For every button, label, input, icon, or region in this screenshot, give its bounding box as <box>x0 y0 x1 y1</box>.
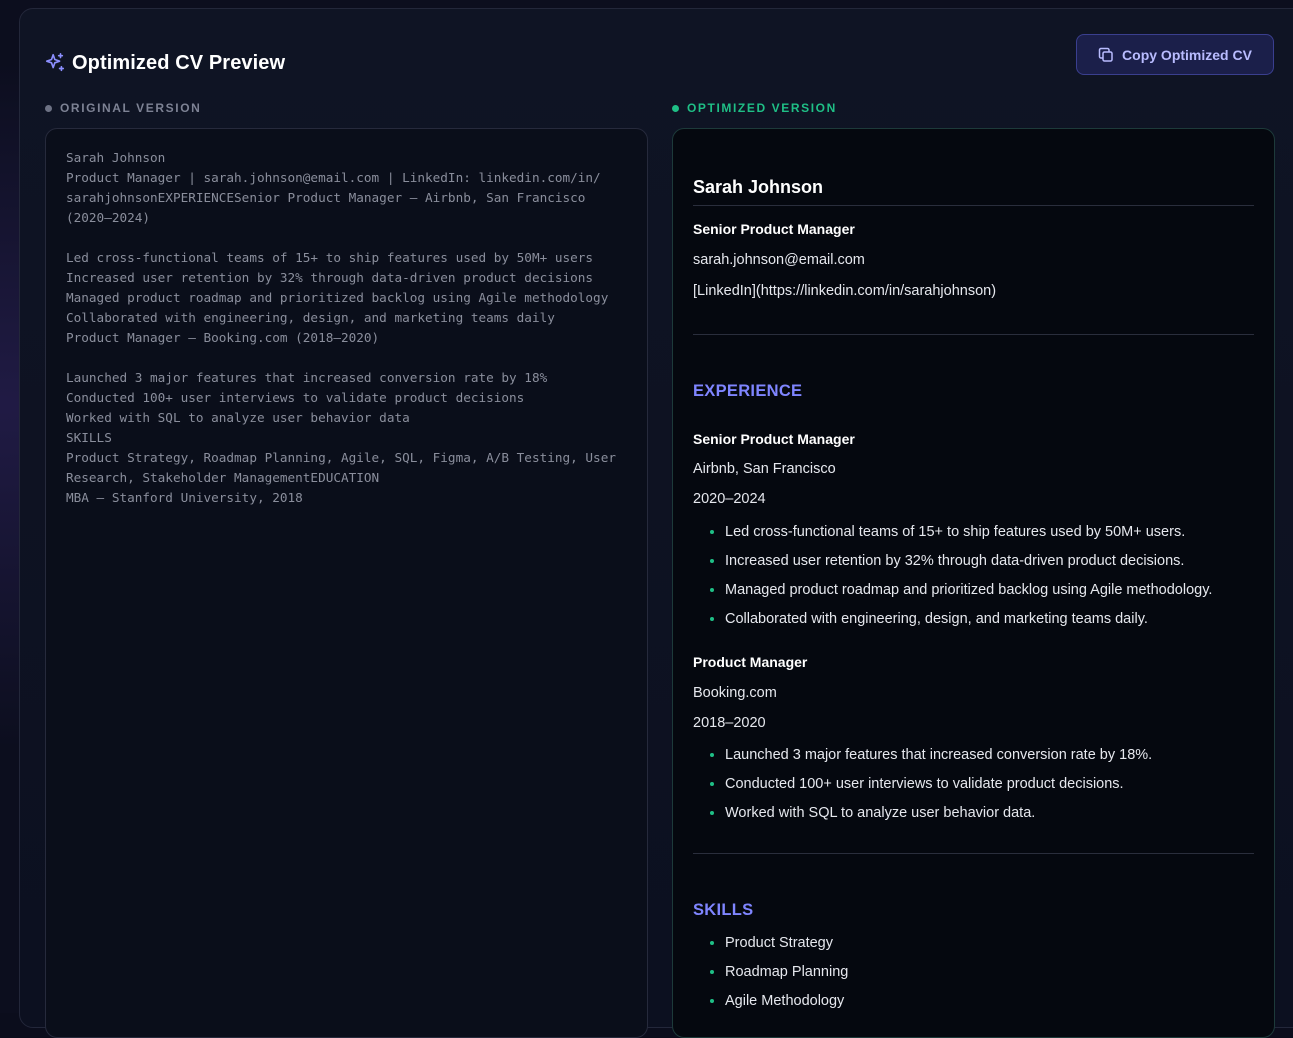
skills-heading: SKILLS <box>693 901 754 919</box>
job-dates: 2020–2024 <box>693 491 766 507</box>
cv-email: sarah.johnson@email.com <box>693 252 865 268</box>
divider <box>693 334 1254 335</box>
original-cv-text: Sarah Johnson Product Manager | sarah.jo… <box>66 150 616 505</box>
bullet-text: Managed product roadmap and prioritized … <box>725 582 1213 598</box>
list-item: Conducted 100+ user interviews to valida… <box>693 774 1152 803</box>
bullet-text: Worked with SQL to analyze user behavior… <box>725 805 1036 821</box>
experience-heading: EXPERIENCE <box>693 382 803 400</box>
optimized-label-text: OPTIMIZED VERSION <box>687 101 837 115</box>
original-label-text: ORIGINAL VERSION <box>60 101 202 115</box>
bullet-text: Launched 3 major features that increased… <box>725 747 1153 763</box>
bullet-text: Collaborated with engineering, design, a… <box>725 611 1148 627</box>
bullet-text: Led cross-functional teams of 15+ to shi… <box>725 524 1186 540</box>
list-item: Product Strategy <box>693 933 848 962</box>
bullet-dot <box>710 753 714 757</box>
skill-text: Roadmap Planning <box>725 964 849 980</box>
list-item: Roadmap Planning <box>693 962 848 991</box>
bullet-dot <box>710 782 714 786</box>
skill-text: Agile Methodology <box>725 993 845 1009</box>
divider <box>693 853 1254 854</box>
list-item: Led cross-functional teams of 15+ to shi… <box>693 522 1212 551</box>
list-item: Increased user retention by 32% through … <box>693 551 1212 580</box>
job-bullets: Launched 3 major features that increased… <box>693 745 1152 832</box>
sparkles-icon <box>44 52 66 74</box>
list-item: Collaborated with engineering, design, a… <box>693 609 1212 638</box>
bullet-dot <box>710 970 714 974</box>
status-dot <box>45 104 52 112</box>
cv-name: Sarah Johnson <box>693 177 824 197</box>
status-dot <box>672 104 679 112</box>
preview-header: Optimized CV Preview <box>44 42 285 84</box>
original-cv-panel[interactable]: Sarah Johnson Product Manager | sarah.jo… <box>45 128 648 1038</box>
list-item: Managed product roadmap and prioritized … <box>693 580 1212 609</box>
job-company: Airbnb, San Francisco <box>693 461 836 477</box>
job-company: Booking.com <box>693 685 777 701</box>
cv-linkedin: [LinkedIn](https://linkedin.com/in/sarah… <box>693 283 997 299</box>
bullet-dot <box>710 588 714 592</box>
bullet-dot <box>710 999 714 1003</box>
copy-optimized-cv-button[interactable]: Copy Optimized CV <box>1076 34 1274 75</box>
bullet-dot <box>710 530 714 534</box>
list-item: Agile Methodology <box>693 991 848 1020</box>
skill-text: Product Strategy <box>725 935 833 951</box>
bullet-dot <box>710 559 714 563</box>
cv-headline: Senior Product Manager <box>693 221 855 237</box>
list-item: Launched 3 major features that increased… <box>693 745 1152 774</box>
copy-icon <box>1098 47 1114 63</box>
optimized-version-label: OPTIMIZED VERSION <box>672 101 837 115</box>
bullet-dot <box>710 617 714 621</box>
bullet-dot <box>710 941 714 945</box>
job-dates: 2018–2020 <box>693 715 766 731</box>
copy-button-label: Copy Optimized CV <box>1122 46 1252 63</box>
page-title: Optimized CV Preview <box>72 51 286 74</box>
job-bullets: Led cross-functional teams of 15+ to shi… <box>693 522 1212 638</box>
bullet-text: Conducted 100+ user interviews to valida… <box>725 776 1124 792</box>
skills-list: Product Strategy Roadmap Planning Agile … <box>693 933 848 1020</box>
list-item: Worked with SQL to analyze user behavior… <box>693 803 1152 832</box>
divider <box>693 205 1254 206</box>
job-title: Senior Product Manager <box>693 431 855 447</box>
original-version-label: ORIGINAL VERSION <box>45 101 201 115</box>
bullet-dot <box>710 811 714 815</box>
optimized-cv-panel[interactable]: Sarah Johnson Senior Product Manager sar… <box>672 128 1275 1038</box>
job-title: Product Manager <box>693 654 808 670</box>
bullet-text: Increased user retention by 32% through … <box>725 553 1185 569</box>
cv-preview-card: Optimized CV Preview Copy Optimized CV O… <box>19 8 1293 1038</box>
